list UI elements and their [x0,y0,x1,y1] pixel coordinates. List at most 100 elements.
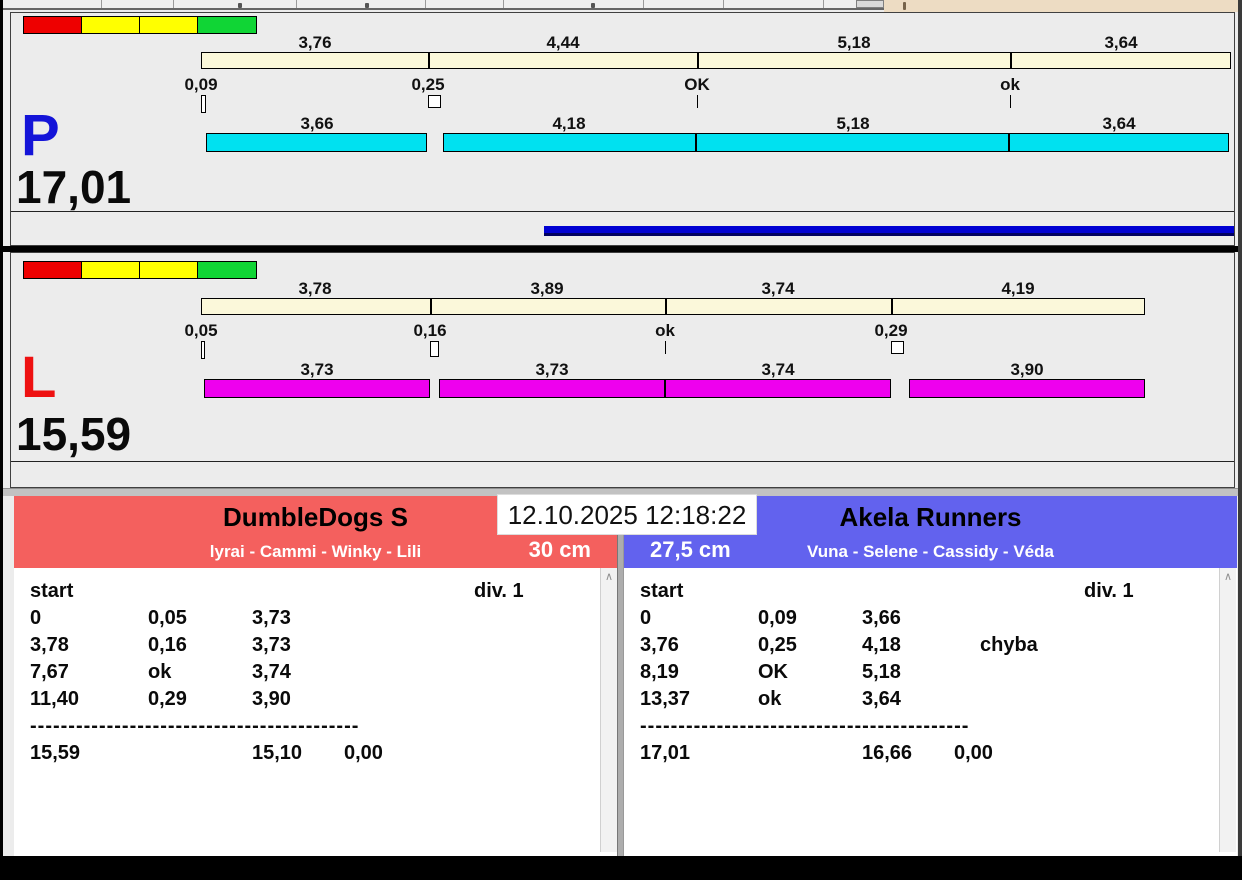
results-scrollbar[interactable]: ∧ [1219,568,1236,852]
panel-divider-line [11,211,1234,212]
start-light-yellow-cell [140,17,198,33]
start-light-green-cell [198,17,256,33]
table-row: 13,37 ok 3,64 [624,688,1237,712]
crossover-error-box [891,341,904,354]
split-divider [891,299,893,314]
crossover-label: ok [655,321,675,340]
table-cell: 8,19 [640,661,679,683]
table-cell: 3,90 [252,688,291,710]
table-cell: ok [148,661,172,683]
lane-letter: P [21,103,60,168]
crossover-error-box [201,95,206,113]
split-divider [665,299,667,314]
split-divider [1010,53,1012,68]
bottom-black-bar [0,856,1242,880]
panel-divider-line [11,461,1234,462]
crossover-ok-tick [1010,95,1011,108]
table-cell: 3,78 [30,634,69,656]
jump-height-label: 30 cm [528,537,591,562]
run-time-label: 3,66 [300,114,334,133]
toolbar-button-separator [296,0,297,8]
toolbar-strip[interactable] [3,0,884,10]
separator-row: ----------------------------------------… [30,715,360,737]
table-cell: 0 [30,607,42,629]
lane-total-time: 15,59 [16,408,132,460]
lane-total-time: 17,01 [16,161,132,213]
run-time-bar-segment [204,379,430,398]
table-cell: OK [758,661,788,683]
run-time-bar-segment [665,379,891,398]
lane-letter: L [21,345,57,410]
table-cell: 3,73 [252,634,291,656]
results-scrollbar[interactable]: ∧ [600,568,617,852]
toolbar-button-separator [173,0,174,8]
split-times-bar [201,52,1231,69]
start-light-red-cell [24,17,82,33]
toolbar-glyph-fragment [238,3,242,8]
start-lights [23,16,257,34]
table-cell: 0,25 [758,634,797,656]
toolbar-button-separator [503,0,504,8]
split-time-label: 3,89 [530,279,564,298]
crossover-label: 0,05 [184,321,218,340]
table-row: 3,78 0,16 3,73 [14,634,617,658]
table-cell: 5,18 [862,661,901,683]
split-divider [428,53,430,68]
run-time-bar-segment [909,379,1145,398]
start-label: start [30,580,74,602]
toolbar-button-separator [425,0,426,8]
split-time-label: 4,19 [1001,279,1035,298]
panel-glyph-fragment [903,2,906,10]
table-cell: 3,74 [252,661,291,683]
crossover-label: OK [684,75,710,94]
start-light-yellow-cell [82,262,140,278]
table-row: 8,19 OK 5,18 [624,661,1237,685]
run-time-bar-segment [696,133,1009,152]
start-lights [23,261,257,279]
heat-progress-bar [544,226,1234,236]
start-light-green-cell [198,262,256,278]
table-cell: 0,16 [148,634,187,656]
run-time-label: 4,18 [552,114,586,133]
table-cell: 11,40 [30,688,79,710]
table-cell: 0,29 [148,688,187,710]
table-header-row: start div. 1 [14,580,617,604]
totals-row: 15,59 15,10 0,00 [14,742,617,766]
panel-splitter[interactable] [617,496,624,856]
table-cell: 0 [640,607,652,629]
clean-time: 16,66 [862,742,913,764]
lane-panel-p: 3,76 4,44 5,18 3,64 0,09 0,25 OK ok 3,66 4,18 5,… [10,12,1235,246]
toolbar-button-separator [643,0,644,8]
split-divider [697,53,699,68]
toolbar-glyph-fragment [591,3,595,8]
split-times-bar [201,298,1145,315]
run-time-label: 3,90 [1010,360,1044,379]
penalty-time: 0,00 [344,742,383,764]
crossover-label: 0,29 [874,321,908,340]
results-table: start div. 1 0 0,05 3,73 3,78 0,16 3,73 7,67 ok 3,… [14,568,617,856]
split-divider [430,299,432,314]
start-label: start [640,580,684,602]
crossover-error-box [201,341,205,359]
table-row: 7,67 ok 3,74 [14,661,617,685]
toolbar-button-separator [823,0,824,8]
crossover-error-box [428,95,441,108]
window-border-left [0,0,3,880]
crossover-ok-tick [697,95,698,108]
run-time-label: 3,64 [1102,114,1136,133]
scroll-up-icon[interactable]: ∧ [601,568,617,586]
start-light-red-cell [24,262,82,278]
start-light-yellow-cell [140,262,198,278]
split-time-label: 3,78 [298,279,332,298]
total-time: 17,01 [640,742,691,764]
run-time-label: 3,73 [535,360,569,379]
separator-row: ----------------------------------------… [640,715,970,737]
split-time-label: 3,74 [761,279,795,298]
totals-row: 17,01 16,66 0,00 [624,742,1237,766]
table-cell: 0,09 [758,607,797,629]
crossover-label: 0,09 [184,75,218,94]
scroll-up-icon[interactable]: ∧ [1220,568,1236,586]
toolbar-button-fragment[interactable] [856,0,884,8]
team-dogs: lyrai - Cammi - Winky - Lili [209,542,422,561]
table-row: 3,76 0,25 4,18 chyba [624,634,1237,658]
